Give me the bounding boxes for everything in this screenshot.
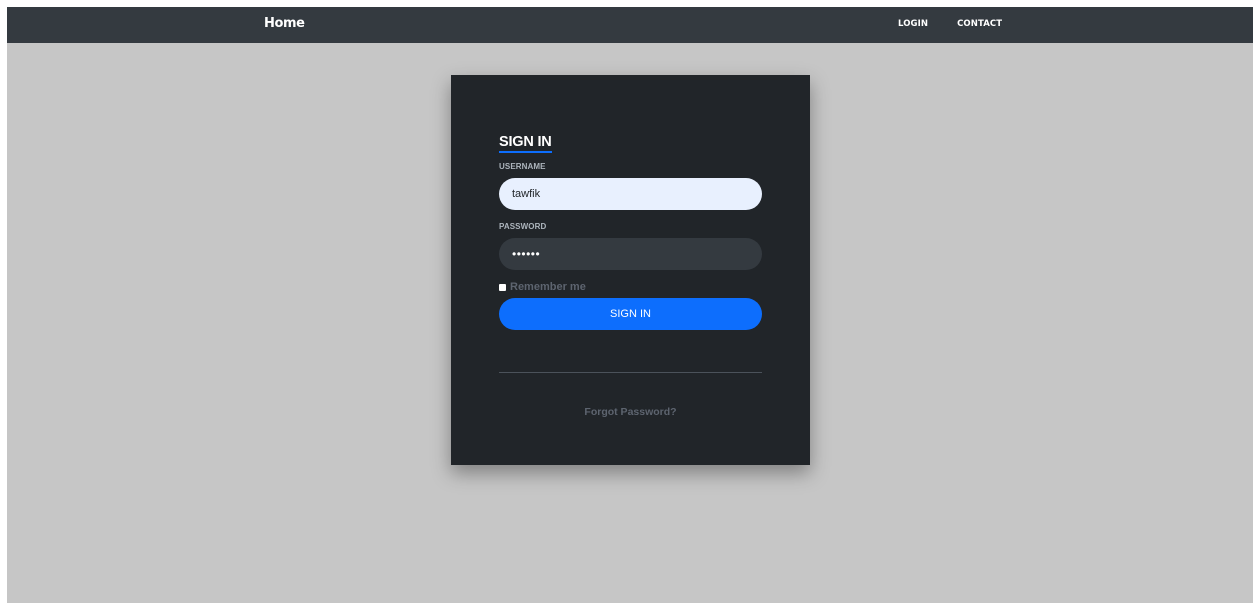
forgot-password-link[interactable]: Forgot Password? — [451, 406, 810, 418]
navbar: Home LOGIN CONTACT — [7, 7, 1253, 43]
password-label: PASSWORD — [499, 222, 547, 231]
password-input[interactable] — [499, 238, 762, 270]
nav-link-login[interactable]: LOGIN — [898, 19, 928, 29]
browser-viewport: Home LOGIN CONTACT SIGN IN USERNAME PASS… — [7, 7, 1253, 603]
sign-in-button[interactable]: SIGN IN — [499, 298, 762, 330]
remember-me-label: Remember me — [510, 281, 586, 293]
login-card: SIGN IN USERNAME PASSWORD Remember me SI… — [451, 75, 810, 465]
brand-home-link[interactable]: Home — [264, 16, 305, 31]
username-label: USERNAME — [499, 162, 546, 171]
nav-link-contact[interactable]: CONTACT — [957, 19, 1002, 29]
divider — [499, 372, 762, 373]
nav-links: LOGIN CONTACT — [898, 19, 1002, 29]
username-input[interactable] — [499, 178, 762, 210]
login-title: SIGN IN — [499, 134, 552, 153]
remember-me[interactable]: Remember me — [499, 281, 586, 293]
remember-me-checkbox[interactable] — [499, 283, 506, 291]
